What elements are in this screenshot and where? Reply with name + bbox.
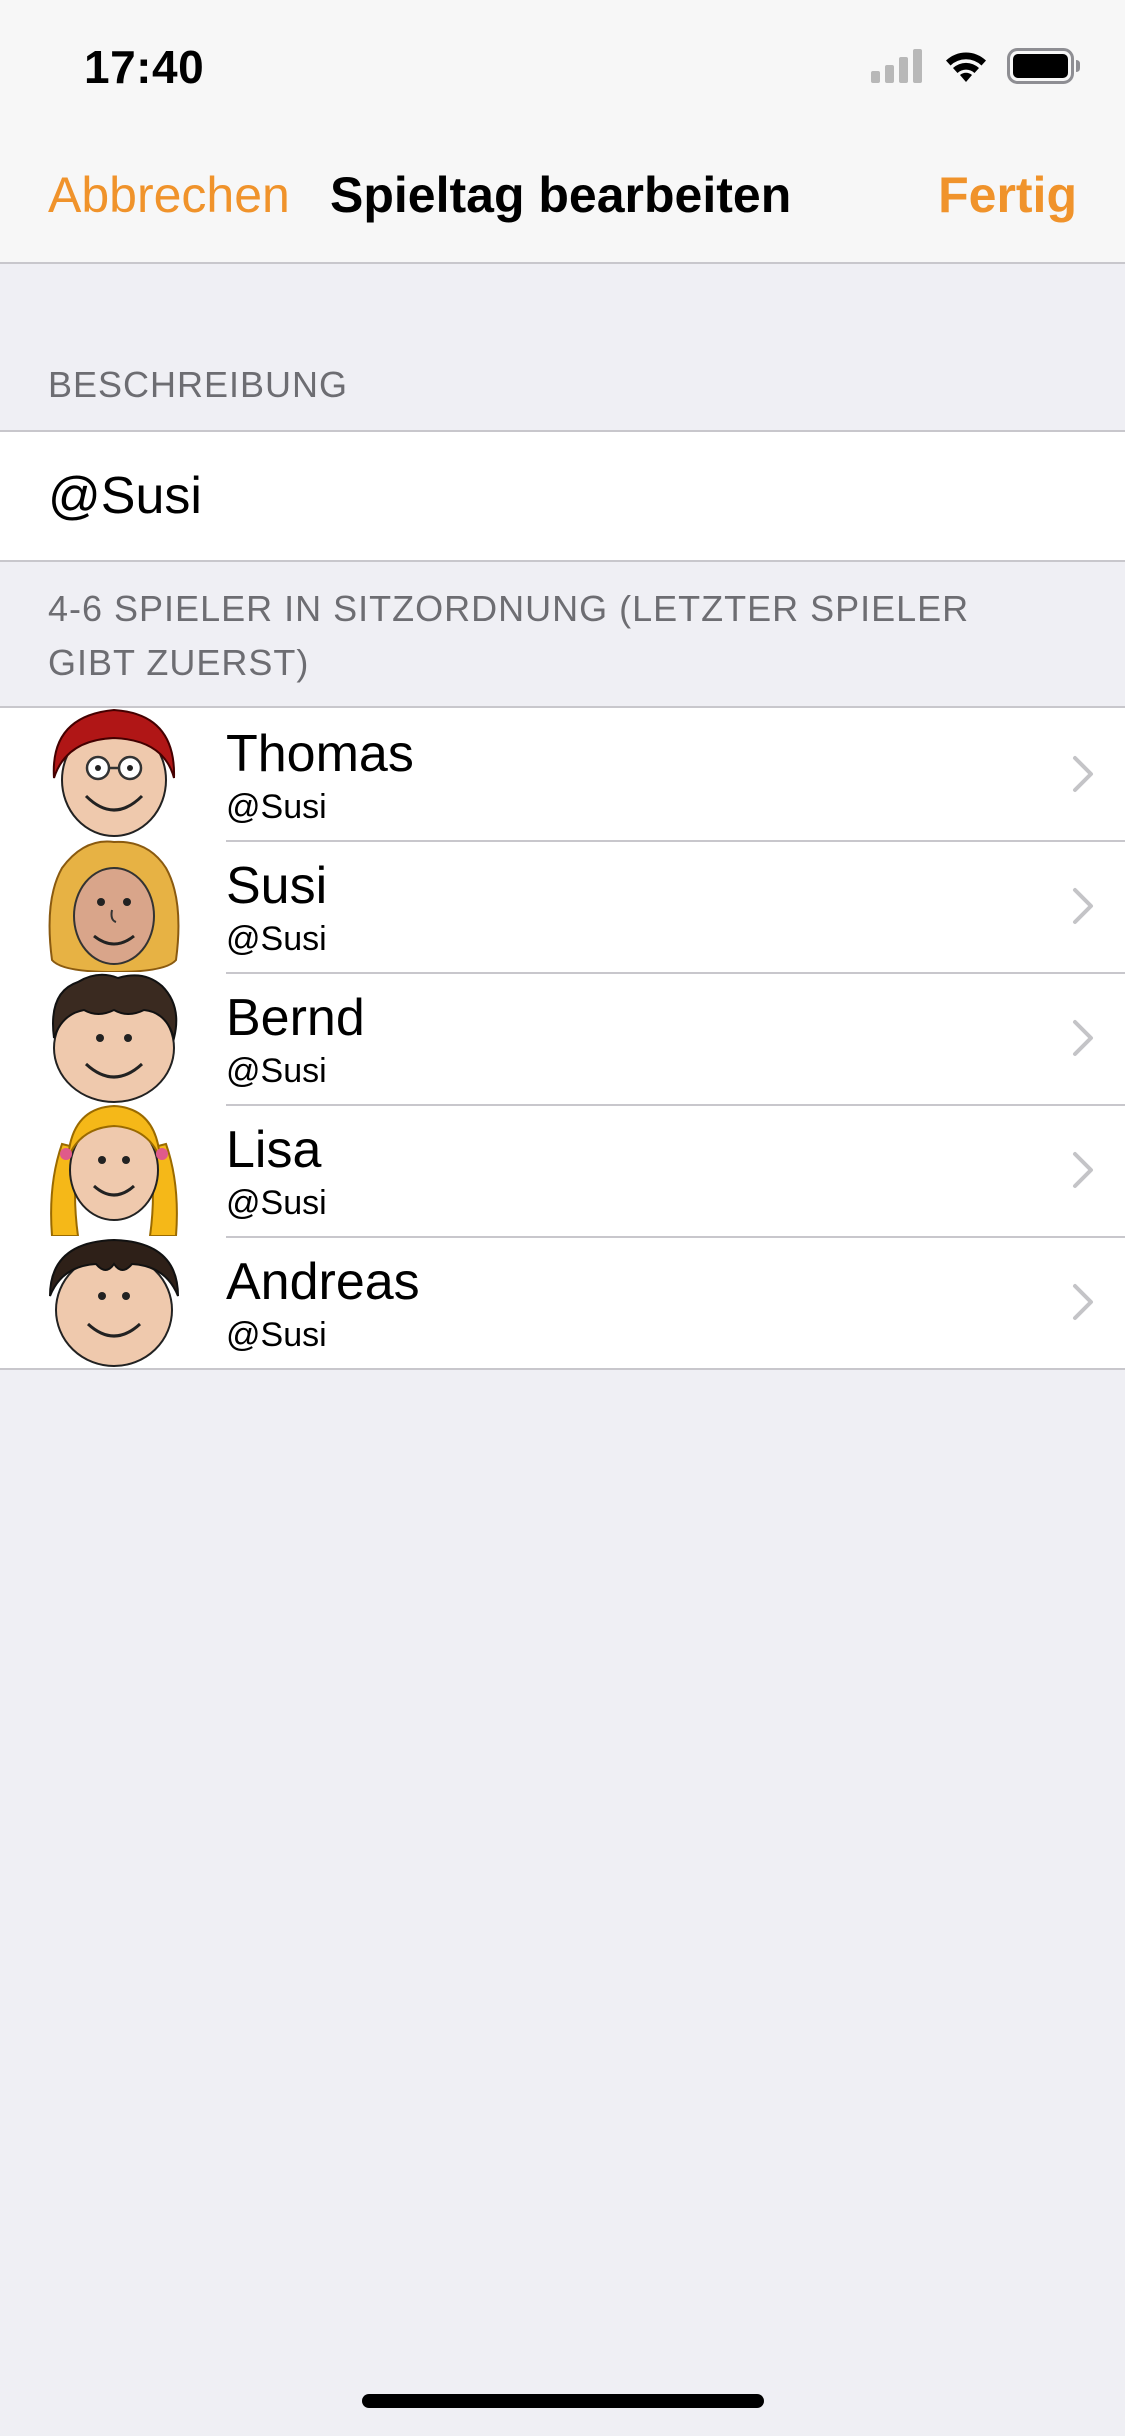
player-row-andreas[interactable]: Andreas @Susi — [0, 1236, 1125, 1368]
player-name: Lisa — [226, 1121, 322, 1179]
cellular-signal-icon — [871, 48, 925, 88]
chevron-right-icon — [1073, 1152, 1093, 1188]
player-name: Bernd — [226, 989, 365, 1047]
chevron-right-icon — [1073, 1020, 1093, 1056]
status-icons — [871, 46, 1081, 90]
navigation-bar: 17:40 Abbrechen Spieltag bearbeiten Fert… — [0, 0, 1125, 264]
curly-blonde-avatar — [48, 840, 180, 972]
players-list: Thomas @Susi Susi @Susi Bernd @Susi Lisa… — [0, 706, 1125, 1370]
description-input[interactable] — [48, 432, 1078, 560]
chevron-right-icon — [1073, 888, 1093, 924]
players-section-header: 4-6 SPIELER IN SITZORDNUNG (LETZTER SPIE… — [48, 582, 969, 690]
players-section-header-line2: GIBT ZUERST) — [48, 642, 310, 683]
player-row-susi[interactable]: Susi @Susi — [0, 840, 1125, 972]
player-row-bernd[interactable]: Bernd @Susi — [0, 972, 1125, 1104]
description-cell — [0, 430, 1125, 562]
player-row-lisa[interactable]: Lisa @Susi — [0, 1104, 1125, 1236]
battery-icon — [1007, 47, 1081, 89]
chevron-right-icon — [1073, 756, 1093, 792]
player-name: Andreas — [226, 1253, 420, 1311]
page-title: Spieltag bearbeiten — [330, 167, 792, 223]
blonde-pigtails-avatar — [50, 1104, 178, 1236]
player-subtitle: @Susi — [226, 1316, 327, 1354]
player-row-thomas[interactable]: Thomas @Susi — [0, 708, 1125, 840]
dark-straight-hair-avatar — [49, 1238, 179, 1367]
player-name: Susi — [226, 857, 328, 915]
red-hair-glasses-avatar — [52, 708, 176, 837]
player-subtitle: @Susi — [226, 920, 327, 958]
player-subtitle: @Susi — [226, 788, 327, 826]
wifi-icon — [943, 48, 989, 89]
dark-curly-hair-avatar — [52, 973, 178, 1103]
chevron-right-icon — [1073, 1284, 1093, 1320]
players-section-header-line1: 4-6 SPIELER IN SITZORDNUNG (LETZTER SPIE… — [48, 588, 970, 629]
player-name: Thomas — [226, 725, 414, 783]
cancel-button[interactable]: Abbrechen — [48, 166, 290, 224]
home-indicator[interactable] — [362, 2394, 764, 2408]
player-subtitle: @Susi — [226, 1052, 327, 1090]
status-time: 17:40 — [84, 41, 205, 93]
player-subtitle: @Susi — [226, 1184, 327, 1222]
description-section-header: BESCHREIBUNG — [48, 364, 349, 405]
done-button[interactable]: Fertig — [938, 166, 1077, 224]
